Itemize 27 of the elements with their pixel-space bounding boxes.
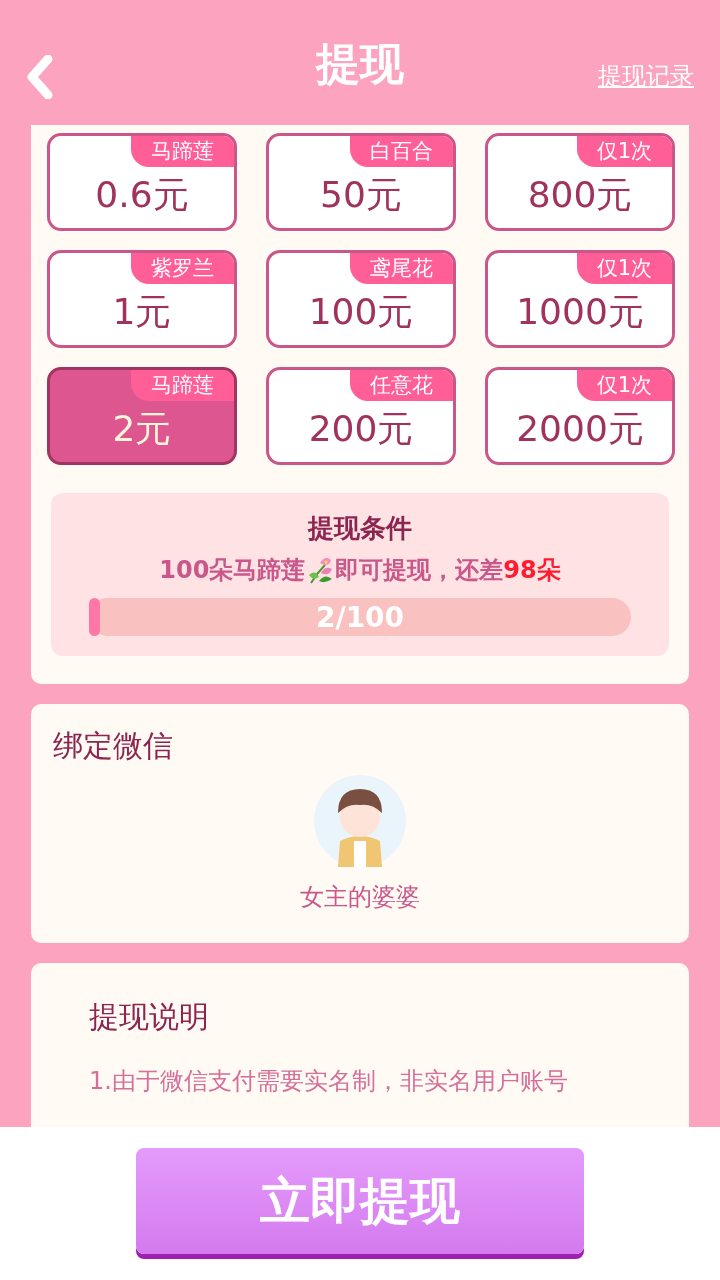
amount-option[interactable]: 白百合 50元 — [266, 133, 456, 231]
amount-option[interactable]: 仅1次 800元 — [485, 133, 675, 231]
flower-tag: 任意花 — [350, 370, 453, 401]
progress-reading: 2/100 — [315, 600, 405, 634]
flower-tag: 白百合 — [350, 136, 453, 167]
flower-tag: 仅1次 — [576, 253, 672, 284]
page-title: 提现 — [316, 37, 404, 91]
flower-tag: 马蹄莲 — [131, 370, 234, 401]
back-icon[interactable] — [24, 55, 54, 99]
condition-text: 100朵马蹄莲 — [159, 555, 306, 586]
amount-option[interactable]: 马蹄莲 0.6元 — [47, 133, 237, 231]
amount-option[interactable]: 紫罗兰 1元 — [47, 250, 237, 348]
section-title: 提现说明 — [89, 998, 210, 1036]
flower-tag: 仅1次 — [576, 370, 672, 401]
flower-tag: 仅1次 — [576, 136, 672, 167]
flower-tag: 紫罗兰 — [131, 253, 234, 284]
amount-option[interactable]: 仅1次 1000元 — [485, 250, 675, 348]
amount-option[interactable]: 鸢尾花 100元 — [266, 250, 456, 348]
flower-tag: 马蹄莲 — [131, 136, 234, 167]
section-title: 绑定微信 — [53, 727, 173, 765]
flower-tag: 鸢尾花 — [350, 253, 453, 284]
amount-option[interactable]: 任意花 200元 — [266, 367, 456, 465]
amount-option[interactable]: 仅1次 2000元 — [485, 367, 675, 465]
account-name: 女主的婆婆 — [300, 882, 420, 913]
condition-title: 提现条件 — [308, 512, 412, 545]
condition-text: 即可提现，还差98朵 — [335, 555, 561, 586]
notes-paragraph: 1.由于微信支付需要实名制，非实名用户账号 — [89, 1066, 569, 1097]
